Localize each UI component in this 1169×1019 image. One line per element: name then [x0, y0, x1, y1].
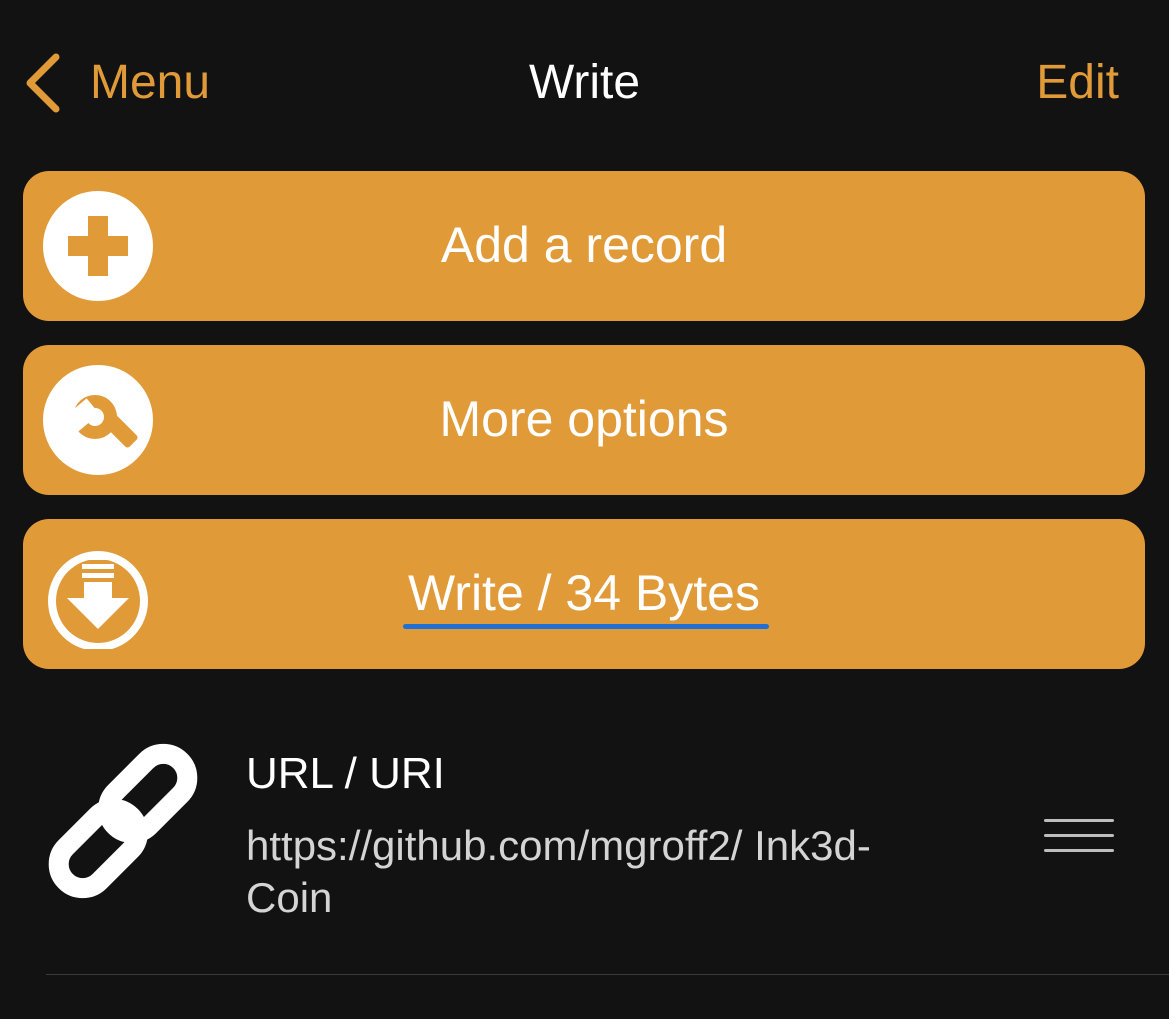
more-options-button[interactable]: More options: [23, 345, 1145, 495]
drag-handle-icon[interactable]: [1044, 816, 1114, 856]
write-button[interactable]: Write / 34 Bytes: [23, 519, 1145, 669]
edit-button[interactable]: Edit: [1036, 56, 1119, 110]
page-title: Write: [528, 56, 641, 109]
write-label: Write / 34 Bytes: [408, 565, 760, 621]
more-options-label: More options: [439, 391, 729, 447]
record-value: https://github.com/mgroff2/ Ink3d-Coin: [246, 822, 871, 921]
list-item[interactable]: URL / URI https://github.com/mgroff2/ In…: [0, 712, 1169, 974]
link-icon: [40, 738, 206, 904]
divider: [46, 974, 1169, 975]
add-record-label: Add a record: [440, 217, 728, 273]
add-record-button[interactable]: Add a record: [23, 171, 1145, 321]
navigation-bar: Menu Write Edit: [0, 0, 1169, 160]
record-type-label: URL / URI: [246, 749, 445, 798]
write-label-underline: [403, 624, 769, 629]
